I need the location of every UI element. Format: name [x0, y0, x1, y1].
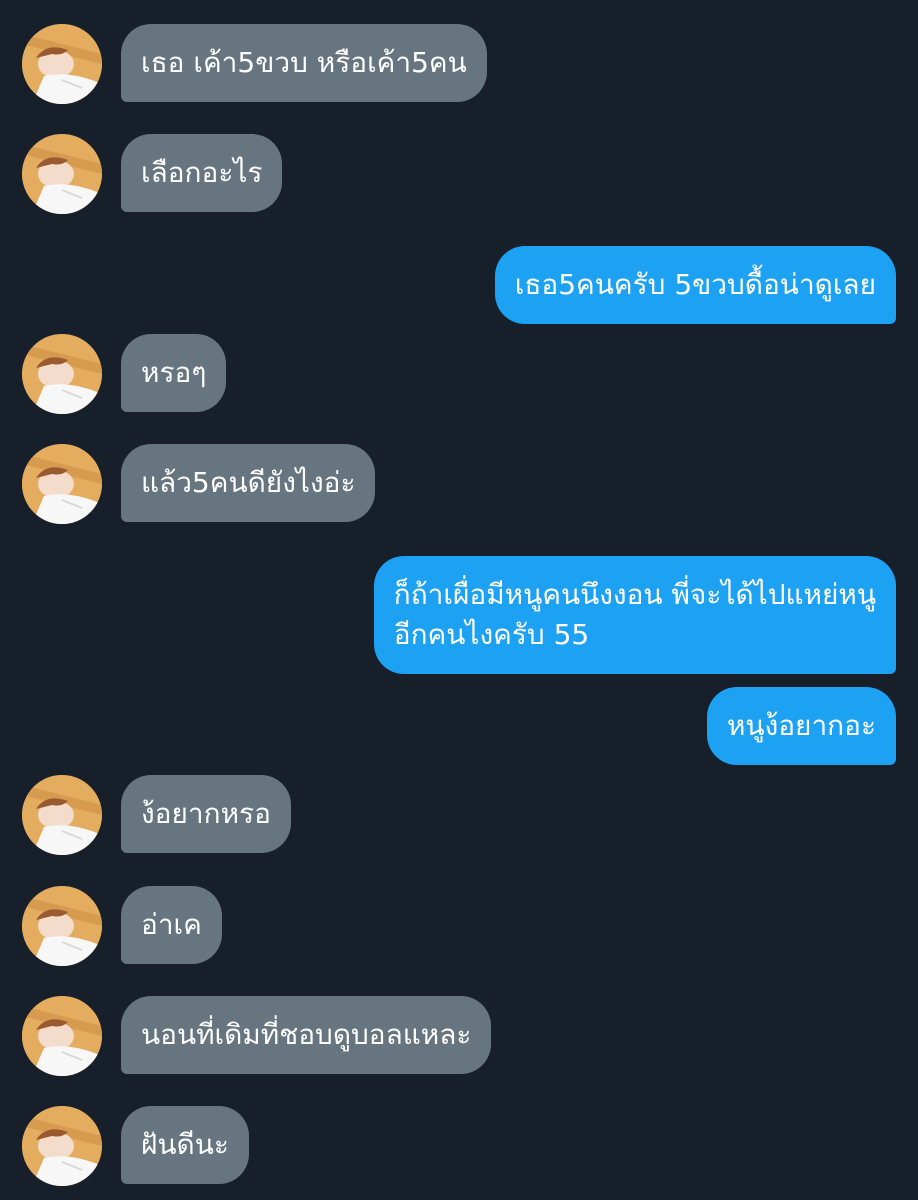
- user-avatar-icon: [22, 334, 102, 414]
- user-avatar-icon: [22, 886, 102, 966]
- user-avatar-icon: [22, 775, 102, 855]
- chat-thread: เธอ เค้า5ขวบ หรือเค้า5คน เลือกอะไร เธอ5ค…: [0, 0, 918, 1200]
- message-bubble-incoming[interactable]: เลือกอะไร: [121, 134, 283, 212]
- message-bubble-incoming[interactable]: ฝันดีนะ: [121, 1106, 249, 1184]
- avatar[interactable]: [22, 775, 102, 855]
- user-avatar-icon: [22, 996, 102, 1076]
- message-bubble-outgoing[interactable]: หนูง้อยากอะ: [706, 687, 896, 765]
- avatar[interactable]: [22, 886, 102, 966]
- user-avatar-icon: [22, 134, 102, 214]
- avatar[interactable]: [22, 996, 102, 1076]
- avatar[interactable]: [22, 24, 102, 104]
- message-bubble-outgoing[interactable]: เธอ5คนครับ 5ขวบดื้อน่าดูเลย: [494, 246, 896, 324]
- user-avatar-icon: [22, 24, 102, 104]
- message-bubble-incoming[interactable]: แล้ว5คนดียังไงอ่ะ: [121, 444, 376, 522]
- user-avatar-icon: [22, 444, 102, 524]
- message-bubble-incoming[interactable]: นอนที่เดิมที่ชอบดูบอลแหละ: [121, 996, 492, 1074]
- avatar[interactable]: [22, 1106, 102, 1186]
- avatar[interactable]: [22, 134, 102, 214]
- avatar[interactable]: [22, 444, 102, 524]
- message-bubble-incoming[interactable]: เธอ เค้า5ขวบ หรือเค้า5คน: [121, 24, 487, 102]
- message-line: อีกคนไงครับ 55: [393, 618, 590, 651]
- message-line: ก็ถ้าเผื่อมีหนูคนนึงงอน พี่จะได้ไปแหย่หน…: [393, 578, 876, 611]
- user-avatar-icon: [22, 1106, 102, 1186]
- message-bubble-outgoing[interactable]: ก็ถ้าเผื่อมีหนูคนนึงงอน พี่จะได้ไปแหย่หน…: [373, 556, 896, 674]
- message-bubble-incoming[interactable]: อ่าเค: [121, 886, 222, 964]
- message-bubble-incoming[interactable]: หรอๆ: [121, 334, 227, 412]
- message-bubble-incoming[interactable]: ง้อยากหรอ: [121, 775, 291, 853]
- avatar[interactable]: [22, 334, 102, 414]
